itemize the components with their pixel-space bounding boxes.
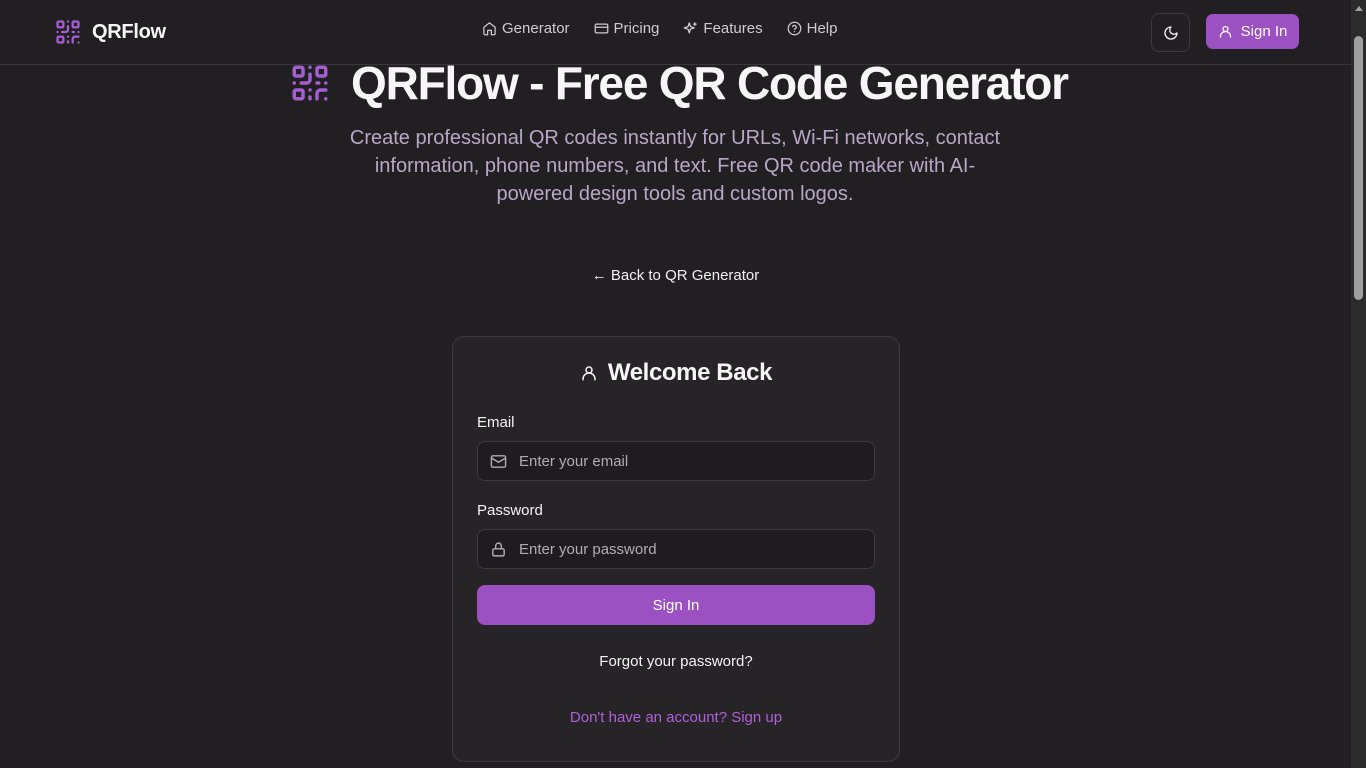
scroll-up-arrow[interactable] [1355, 6, 1363, 11]
password-field[interactable]: Enter your password [477, 529, 875, 569]
brand-logo-link[interactable]: QRFlow [54, 17, 166, 47]
home-icon [483, 22, 496, 36]
moon-icon [1163, 25, 1178, 40]
user-icon [582, 366, 596, 381]
nav-item-features[interactable]: Features [683, 20, 763, 37]
nav-item-pricing[interactable]: Pricing [594, 20, 660, 37]
mail-icon [490, 454, 507, 468]
hero-subtitle: Create professional QR codes instantly f… [349, 127, 1001, 205]
theme-toggle-button[interactable] [1151, 13, 1190, 52]
login-card-title: Welcome Back [453, 359, 899, 387]
nav-item-help[interactable]: Help [787, 20, 838, 37]
header-sign-in-button[interactable]: Sign In [1206, 14, 1299, 49]
top-navbar: QRFlow Generator Pricing Features Help S… [0, 0, 1351, 65]
hero-heading: QRFlow - Free QR Code Generator [289, 57, 1069, 109]
sign-in-label: Sign In [1240, 23, 1288, 40]
forgot-password-link[interactable]: Forgot your password? [453, 653, 899, 670]
scrollbar-thumb[interactable] [1354, 36, 1363, 300]
qr-code-icon [56, 20, 80, 44]
page-scrollbar[interactable] [1351, 0, 1366, 768]
email-field[interactable]: Enter your email [477, 441, 875, 481]
password-label: Password [477, 502, 543, 519]
nav-item-label: Pricing [613, 20, 660, 37]
email-placeholder: Enter your email [519, 452, 629, 470]
sparkles-icon [684, 22, 698, 34]
nav-item-label: Generator [502, 20, 570, 37]
back-to-generator-link[interactable]: ← Back to QR Generator [0, 267, 1351, 284]
brand-name: QRFlow [92, 20, 166, 43]
credit-card-icon [594, 23, 608, 34]
password-placeholder: Enter your password [519, 540, 657, 558]
nav-item-label: Help [806, 20, 838, 37]
login-card: Welcome Back Email Enter your email Pass… [452, 336, 900, 762]
sign-in-submit-button[interactable]: Sign In [477, 585, 875, 625]
lock-icon [492, 541, 505, 557]
nav-links: Generator Pricing Features Help [482, 20, 837, 37]
welcome-heading: Welcome Back [607, 359, 773, 386]
user-icon [1219, 25, 1231, 38]
nav-item-label: Features [703, 20, 763, 37]
sign-up-link[interactable]: Don't have an account? Sign up [453, 709, 899, 726]
email-label: Email [477, 414, 515, 431]
nav-item-generator[interactable]: Generator [482, 20, 570, 37]
qr-code-icon [292, 65, 328, 101]
help-circle-icon [787, 21, 801, 36]
